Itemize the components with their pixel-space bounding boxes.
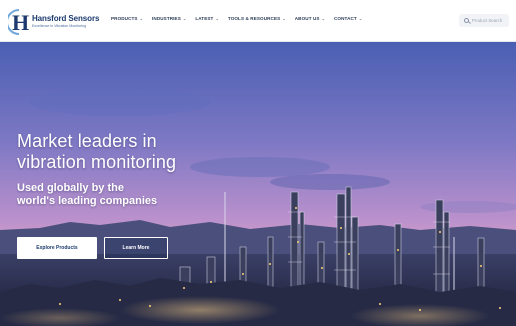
- subline-line-2: world's leading companies: [17, 195, 158, 207]
- nav-item-contact[interactable]: CONTACT ⌄: [334, 16, 362, 21]
- headline-line-1: Market leaders in: [17, 131, 157, 151]
- explore-products-button[interactable]: Explore Products: [17, 237, 97, 259]
- chevron-down-icon: ⌄: [321, 16, 326, 21]
- nav-item-tools-resources[interactable]: TOOLS & RESOURCES ⌄: [228, 16, 286, 21]
- nav-label: PRODUCTS: [111, 16, 138, 21]
- logo-h-mark: H: [6, 8, 30, 36]
- nav-label: INDUSTRIES: [152, 16, 181, 21]
- hero-headline: Market leaders in vibration monitoring: [17, 131, 176, 173]
- search-input[interactable]: [472, 18, 510, 23]
- nav-item-latest[interactable]: LATEST ⌄: [195, 16, 219, 21]
- nav-label: CONTACT: [334, 16, 357, 21]
- search-icon[interactable]: [464, 18, 469, 23]
- learn-more-button[interactable]: Learn More: [104, 237, 168, 259]
- logo-name: Hansford Sensors: [32, 14, 100, 24]
- logo-letter: H: [12, 10, 29, 35]
- hero-banner: Market leaders in vibration monitoring U…: [0, 42, 516, 326]
- chevron-down-icon: ⌄: [358, 16, 363, 21]
- nav-item-industries[interactable]: INDUSTRIES ⌄: [152, 16, 186, 21]
- site-header: H Hansford Sensors Excellence in Vibrati…: [0, 0, 516, 42]
- nav-item-products[interactable]: PRODUCTS ⌄: [111, 16, 143, 21]
- headline-line-2: vibration monitoring: [17, 152, 177, 172]
- hero-subheadline: Used globally by the world's leading com…: [17, 182, 157, 208]
- chevron-down-icon: ⌄: [215, 16, 219, 21]
- subline-line-1: Used globally by the: [17, 182, 124, 194]
- nav-item-about-us[interactable]: ABOUT US ⌄: [295, 16, 325, 21]
- main-nav: PRODUCTS ⌄ INDUSTRIES ⌄ LATEST ⌄ TOOLS &…: [111, 16, 371, 21]
- product-search[interactable]: [459, 14, 510, 27]
- logo-tagline: Excellence in Vibration Monitoring: [32, 24, 87, 29]
- chevron-down-icon: ⌄: [182, 16, 187, 21]
- nav-label: LATEST: [195, 16, 214, 21]
- chevron-down-icon: ⌄: [139, 16, 144, 21]
- chevron-down-icon: ⌄: [282, 16, 286, 21]
- brand-logo[interactable]: H Hansford Sensors Excellence in Vibrati…: [6, 7, 104, 37]
- nav-label: ABOUT US: [294, 16, 320, 21]
- nav-label: TOOLS & RESOURCES: [227, 16, 281, 21]
